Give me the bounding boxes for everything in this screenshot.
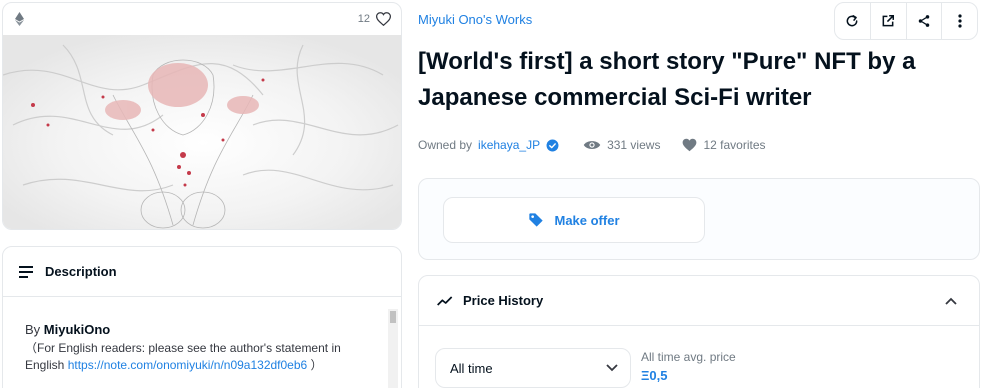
tag-icon	[528, 212, 544, 228]
owner-link[interactable]: ikehaya_JP	[478, 138, 540, 152]
item-title: [World's first] a short story "Pure" NFT…	[418, 48, 916, 111]
price-history-title: Price History	[463, 293, 544, 308]
verified-badge-icon	[546, 139, 559, 152]
chevron-up-icon[interactable]	[945, 297, 957, 305]
refresh-button[interactable]	[835, 3, 871, 39]
by-prefix: By	[25, 322, 41, 337]
description-header[interactable]: Description	[3, 247, 401, 297]
refresh-icon	[845, 14, 859, 28]
avg-price-value: Ξ0,5	[641, 368, 668, 383]
avg-price-label: All time avg. price	[641, 350, 736, 364]
description-panel: Description By MiyukiOno （For English re…	[2, 246, 402, 388]
ethereum-icon	[13, 11, 25, 27]
price-history-header[interactable]: Price History	[419, 276, 979, 326]
scrollbar-thumb[interactable]	[390, 311, 396, 323]
description-title: Description	[45, 264, 117, 279]
favorites-count: 12 favorites	[703, 138, 766, 152]
description-body: By MiyukiOno （For English readers: pleas…	[3, 297, 389, 374]
nft-artwork-image[interactable]	[3, 35, 401, 229]
description-byline: By MiyukiOno	[25, 321, 367, 338]
asset-card-header: 12	[3, 3, 401, 35]
price-history-panel: Price History All time All time avg. pri…	[418, 275, 980, 388]
chevron-down-icon	[606, 364, 618, 372]
owned-by-label: Owned by	[418, 138, 473, 152]
more-vertical-icon	[958, 14, 962, 28]
description-scrollbar[interactable]	[388, 309, 398, 388]
heart-filled-icon	[682, 138, 697, 152]
open-external-button[interactable]	[871, 3, 907, 39]
asset-card: 12	[2, 2, 402, 230]
more-options-button[interactable]	[942, 3, 977, 39]
author-statement-link[interactable]: https://note.com/onomiyuki/n/n09a132df0e…	[68, 358, 308, 372]
collection-link[interactable]: Miyuki Ono's Works	[418, 12, 532, 27]
author-name: MiyukiOno	[43, 322, 111, 337]
views-count: 331 views	[607, 138, 661, 152]
description-text: （For English readers: please see the aut…	[25, 340, 367, 374]
english-note-close: ）	[310, 358, 323, 372]
external-link-icon	[881, 14, 895, 28]
favorite-count: 12	[357, 13, 370, 25]
share-button[interactable]	[907, 3, 943, 39]
heart-outline-icon[interactable]	[376, 12, 391, 26]
time-range-value: All time	[450, 360, 493, 376]
item-toolbar	[834, 2, 978, 40]
time-range-select[interactable]: All time	[435, 348, 631, 388]
make-offer-button[interactable]: Make offer	[443, 197, 705, 243]
item-meta-row: Owned by ikehaya_JP 331 views 12 favorit…	[418, 138, 766, 152]
list-icon	[19, 265, 33, 278]
trending-icon	[437, 295, 453, 307]
eye-icon	[583, 139, 601, 151]
favorite-control[interactable]: 12	[358, 12, 391, 26]
avg-price-block: All time avg. price Ξ0,5	[641, 350, 736, 383]
offer-panel: Make offer	[418, 178, 980, 260]
make-offer-label: Make offer	[554, 212, 620, 228]
share-icon	[917, 14, 931, 28]
